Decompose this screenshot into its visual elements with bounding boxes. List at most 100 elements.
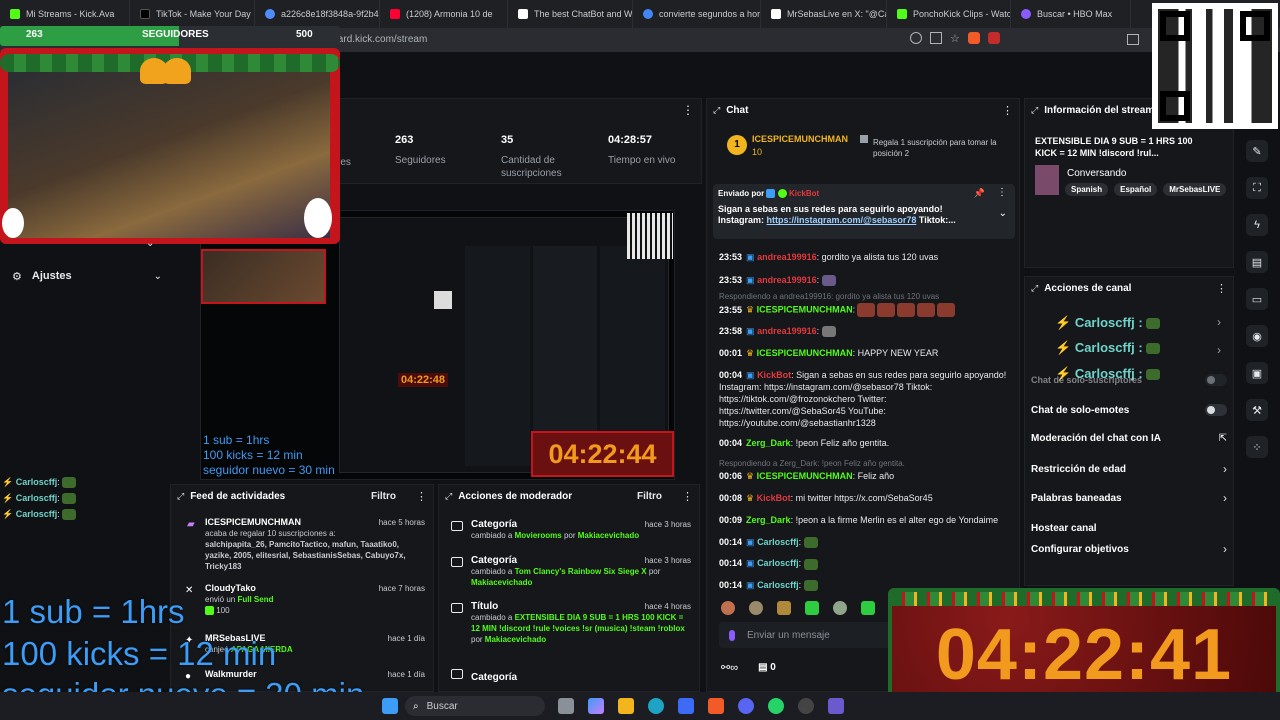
settings-dots-icon[interactable]: ⁘ [1246, 436, 1268, 458]
broadcast-icon[interactable]: ◉ [1246, 325, 1268, 347]
sidebar-toggle-icon[interactable] [1127, 34, 1139, 45]
emote-icon[interactable] [833, 601, 847, 615]
brave-shield-icon[interactable] [967, 32, 980, 44]
filter-button[interactable]: Filtro [637, 491, 662, 502]
more-options-icon[interactable]: ⋮ [682, 490, 693, 503]
expand-icon[interactable]: ⤢ [1031, 105, 1038, 116]
mic-icon [729, 629, 735, 641]
action-item-sub-only[interactable]: Chat de solo-suscriptores [1031, 374, 1227, 386]
emote-icon[interactable] [721, 601, 735, 615]
task-view-icon[interactable] [558, 698, 574, 714]
browser-tab[interactable]: a226c8e18f3848a-9f2b42 [255, 0, 380, 28]
expand-icon[interactable]: ⤢ [445, 491, 452, 502]
mod-action-user[interactable]: Makiacevichado [578, 531, 639, 540]
expand-icon[interactable]: ⤢ [1031, 283, 1038, 294]
emote-icon[interactable] [805, 601, 819, 615]
monitor-icon[interactable]: ▣ [1246, 362, 1268, 384]
eye-off-icon[interactable] [910, 32, 922, 44]
top-gifter-banner[interactable]: 1 ICESPICEMUNCHMAN 10 Regala 1 suscripci… [727, 133, 1017, 161]
infinity-icon[interactable]: ⚯∞ [721, 661, 738, 674]
action-item-banned-words[interactable]: Palabras baneadas › [1031, 491, 1227, 505]
emote-icon[interactable] [777, 601, 791, 615]
discord-icon[interactable] [738, 698, 754, 714]
mod-action-user[interactable]: Makiacevichado [485, 635, 546, 644]
emote-icon[interactable] [749, 601, 763, 615]
obs-icon[interactable] [798, 698, 814, 714]
star-icon[interactable]: ☆ [950, 32, 960, 48]
windows-start-icon[interactable] [382, 698, 398, 714]
lightning-icon[interactable]: ϟ [1246, 214, 1268, 236]
store-icon[interactable] [678, 698, 694, 714]
toggle-switch[interactable] [1205, 374, 1227, 386]
filter-button[interactable]: Filtro [371, 491, 396, 502]
emote-icon[interactable] [861, 601, 875, 615]
badge-icon: ▣ [746, 252, 755, 262]
chat-username[interactable]: Zerg_Dark [746, 515, 791, 525]
action-item-age-restriction[interactable]: Restricción de edad › [1031, 462, 1227, 476]
more-options-icon[interactable]: ⋮ [997, 187, 1007, 198]
more-options-icon[interactable]: ⋮ [1216, 282, 1227, 295]
browser-tab[interactable]: The best ChatBot and Wid [508, 0, 633, 28]
tag-chip[interactable]: MrSebasLIVE [1163, 183, 1227, 196]
chat-text: : [816, 275, 820, 285]
chevron-down-icon[interactable]: ⌄ [146, 238, 154, 249]
chat-username[interactable]: andrea199916 [757, 275, 817, 285]
taskbar-search[interactable]: ⌕ Buscar [405, 696, 545, 716]
expand-icon[interactable]: ⤢ [177, 491, 184, 502]
brave-rewards-icon[interactable] [987, 32, 1000, 44]
toggle-switch[interactable] [1205, 404, 1227, 416]
action-item-host[interactable]: Hostear canal [1031, 518, 1227, 536]
brave-icon[interactable] [708, 698, 724, 714]
action-item-goals[interactable]: Configurar objetivos › [1031, 542, 1227, 556]
browser-tab[interactable]: TikTok - Make Your Day [130, 0, 255, 28]
chat-username[interactable]: KickBot [757, 493, 791, 503]
pin-icon[interactable]: 📌 [974, 188, 985, 199]
chat-username[interactable]: Carloscffj [757, 537, 799, 547]
share-icon[interactable] [930, 32, 942, 44]
browser-tab[interactable]: MrSebasLive en X: "@Car [761, 0, 887, 28]
more-options-icon[interactable]: ⋮ [416, 490, 427, 503]
app-icon[interactable] [828, 698, 844, 714]
chat-username[interactable]: ICESPICEMUNCHMAN [757, 471, 853, 481]
clipboard-icon[interactable]: ▤ [1246, 251, 1268, 273]
whatsapp-icon[interactable] [768, 698, 784, 714]
pin-link[interactable]: https://instagram.com/@sebasor78 [767, 215, 917, 225]
chat-username[interactable]: andrea199916 [757, 326, 817, 336]
feed-username[interactable]: ICESPICEMUNCHMAN [205, 517, 301, 528]
browser-tab[interactable]: PonchoKick Clips - Watch [887, 0, 1011, 28]
chat-username[interactable]: ICESPICEMUNCHMAN [757, 348, 853, 358]
chat-username[interactable]: Carloscffj [757, 558, 799, 568]
stream-preview[interactable]: 1 sub = 1hrs 100 kicks = 12 min seguidor… [200, 210, 675, 480]
pin-bot-name[interactable]: KickBot [789, 189, 819, 198]
tag-chip[interactable]: Español [1114, 183, 1158, 196]
chevron-down-icon[interactable]: ⌄ [999, 208, 1007, 219]
points-counter[interactable]: ▤ 0 [758, 662, 776, 673]
edit-icon[interactable]: ✎ [1246, 140, 1268, 162]
chat-username[interactable]: KickBot [757, 370, 791, 380]
browser-tab[interactable]: convierte segundos a hora [633, 0, 761, 28]
action-item-emote-only[interactable]: Chat de solo-emotes [1031, 404, 1227, 416]
chat-icon[interactable]: ▭ [1246, 288, 1268, 310]
expand-icon[interactable]: ⤢ [713, 105, 720, 116]
scan-icon[interactable]: ⛶ [1246, 177, 1268, 199]
edge-icon[interactable] [648, 698, 664, 714]
chat-input[interactable]: Enviar un mensaje [719, 622, 894, 648]
feed-username[interactable]: CloudyTako [205, 583, 256, 594]
tag-chip[interactable]: Spanish [1065, 183, 1109, 196]
more-options-icon[interactable]: ⋮ [1002, 104, 1013, 117]
browser-tab[interactable]: Mi Streams - Kick.Ava [0, 0, 130, 28]
wrench-icon[interactable]: ⚒ [1246, 399, 1268, 421]
stats-menu-icon[interactable]: ⋮ [682, 103, 694, 117]
action-item-ai-moderation[interactable]: Moderación del chat con IA ⇱ [1031, 433, 1227, 444]
category-name[interactable]: Conversando [1067, 168, 1126, 179]
copilot-icon[interactable] [588, 698, 604, 714]
chat-username[interactable]: Carloscffj [757, 580, 799, 590]
chat-username[interactable]: andrea199916 [757, 252, 817, 262]
browser-tab[interactable]: Buscar • HBO Max [1011, 0, 1131, 28]
browser-tab[interactable]: (1208) Armonia 10 de [380, 0, 508, 28]
chat-username[interactable]: ICESPICEMUNCHMAN [757, 305, 853, 315]
sidebar-settings[interactable]: ⚙ Ajustes ⌄ [12, 268, 162, 284]
file-explorer-icon[interactable] [618, 698, 634, 714]
chat-username[interactable]: Zerg_Dark [746, 438, 791, 448]
mod-action-user[interactable]: Makiacevichado [471, 578, 532, 587]
